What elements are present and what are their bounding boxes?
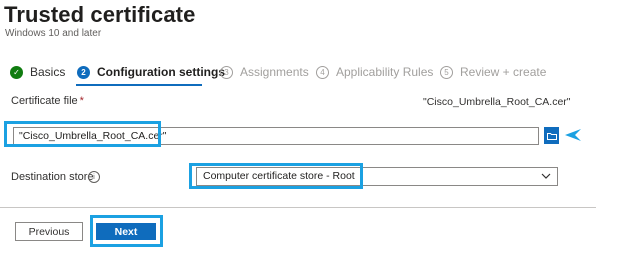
highlight-box-next-button [90, 215, 163, 247]
destination-store-label: Destination store [11, 171, 94, 183]
step-label: Review + create [460, 65, 547, 79]
chevron-down-icon [541, 173, 551, 179]
pointer-arrow-icon [565, 129, 581, 141]
certificate-file-label-text: Certificate file [11, 95, 78, 107]
active-step-underline [76, 84, 202, 86]
step-label: Basics [30, 65, 66, 79]
step-label: Applicability Rules [336, 65, 434, 79]
step-number-badge: 4 [316, 65, 329, 79]
page-subtitle: Windows 10 and later [5, 28, 102, 39]
step-basics[interactable]: ✓ Basics [10, 62, 65, 82]
info-icon[interactable]: i [88, 171, 100, 183]
highlight-box-destination-store [189, 163, 363, 189]
step-number-badge: 2 [77, 65, 90, 79]
step-complete-check-icon: ✓ [10, 65, 23, 79]
step-assignments[interactable]: 3 Assignments [220, 62, 309, 82]
previous-button[interactable]: Previous [15, 222, 83, 241]
step-number-badge: 3 [220, 65, 233, 79]
footer-divider [0, 207, 596, 208]
step-configuration-settings[interactable]: 2 Configuration settings [77, 62, 225, 82]
more-options-button[interactable]: ··· [165, 3, 184, 21]
step-label: Assignments [240, 65, 309, 79]
certificate-file-label: Certificate file * [11, 95, 84, 107]
required-asterisk: * [79, 95, 84, 107]
browse-file-button[interactable] [544, 127, 559, 144]
folder-icon [546, 132, 557, 140]
highlight-box-file-input [4, 121, 161, 147]
step-label: Configuration settings [97, 65, 225, 79]
step-applicability-rules[interactable]: 4 Applicability Rules [316, 62, 433, 82]
step-review-create[interactable]: 5 Review + create [440, 62, 546, 82]
step-number-badge: 5 [440, 65, 453, 79]
selected-file-name: "Cisco_Umbrella_Root_CA.cer" [423, 96, 571, 108]
